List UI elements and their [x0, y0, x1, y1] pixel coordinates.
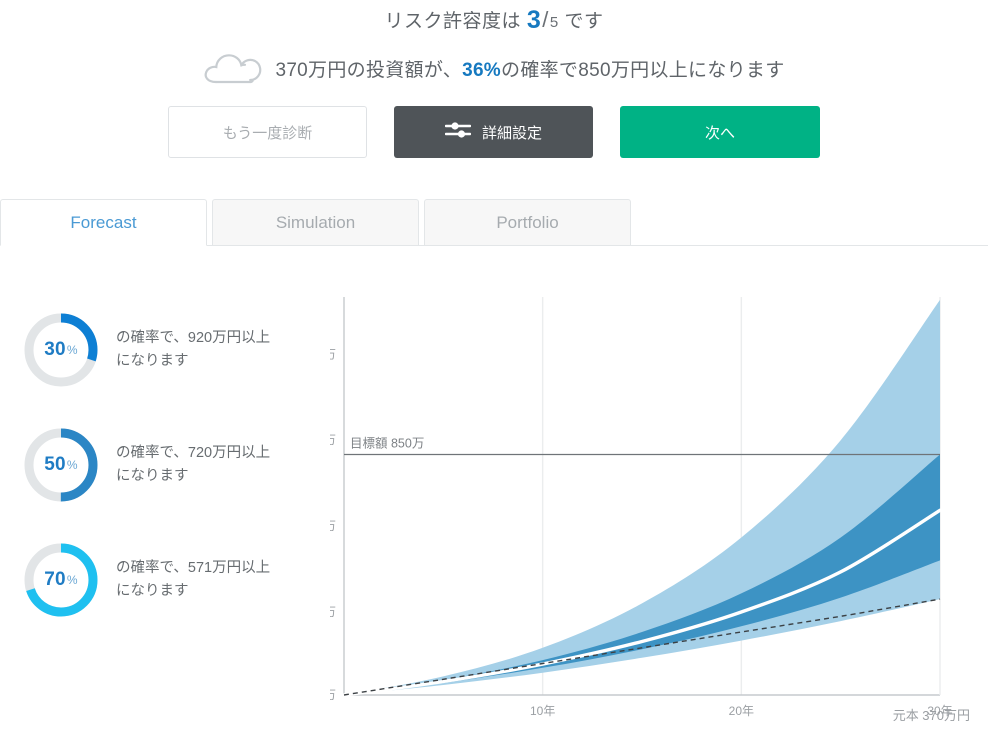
page-title-prefix: リスク許容度は — [384, 11, 522, 32]
svg-text:20年: 20年 — [729, 704, 754, 718]
summary-text-part2: の確率で850万円以上になります — [501, 59, 785, 81]
svg-text:10年: 10年 — [530, 704, 555, 718]
next-button[interactable]: 次へ — [620, 106, 820, 158]
percent-unit: % — [66, 457, 78, 472]
percent-unit: % — [66, 572, 78, 587]
summary-text-part1: 370万円の投資額が、 — [275, 59, 463, 81]
tab-forecast-label: Forecast — [70, 212, 137, 232]
probability-description-30-line1: の確率で、920万円以上 — [116, 330, 271, 347]
probability-value-30: 30 — [44, 338, 66, 360]
forecast-chart-svg: 10万300万600万900万1200万10年20年30年目標額 850万 — [330, 297, 953, 718]
svg-text:900万: 900万 — [330, 433, 336, 447]
probability-donut-50: 50% — [22, 426, 100, 504]
action-button-row: もう一度診断 詳細設定 次へ — [0, 106, 988, 158]
risk-score-value: 3 — [526, 6, 542, 34]
probability-value-70: 70 — [44, 568, 66, 590]
tab-bar: Forecast Simulation Portfolio — [0, 199, 988, 246]
probability-description-50-line1: の確率で、720万円以上 — [116, 445, 271, 462]
svg-text:目標額 850万: 目標額 850万 — [350, 436, 424, 450]
tab-forecast[interactable]: Forecast — [0, 199, 207, 246]
summary-probability: 36% — [462, 59, 502, 81]
probability-description-50: の確率で、720万円以上 になります — [116, 442, 270, 487]
sliders-icon — [444, 121, 472, 143]
risk-score-slash: / — [542, 7, 549, 32]
page-title: リスク許容度は 3/5 です — [0, 0, 988, 35]
list-item: 50% の確率で、720万円以上 になります — [22, 407, 330, 522]
tab-portfolio-label: Portfolio — [496, 212, 559, 232]
retry-diagnosis-button[interactable]: もう一度診断 — [168, 106, 367, 158]
probability-description-70: の確率で、571万円以上 になります — [116, 557, 270, 602]
list-item: 70% の確率で、571万円以上 になります — [22, 522, 330, 637]
page-title-suffix: です — [564, 11, 604, 32]
probability-donut-30-label: 30% — [22, 311, 100, 389]
probability-value-50: 50 — [44, 453, 66, 475]
advanced-settings-label: 詳細設定 — [481, 124, 542, 142]
probability-list: 30% の確率で、920万円以上 になります 50% の確率で、720万円以上 — [0, 292, 330, 732]
tab-portfolio[interactable]: Portfolio — [424, 199, 631, 246]
svg-text:10万: 10万 — [330, 688, 336, 702]
tab-simulation-label: Simulation — [275, 212, 356, 232]
principal-footnote: 元本 370万円 — [892, 708, 970, 723]
probability-donut-70-label: 70% — [22, 541, 100, 619]
retry-diagnosis-label: もう一度診断 — [222, 124, 313, 142]
forecast-panel: 30% の確率で、920万円以上 になります 50% の確率で、720万円以上 — [0, 292, 988, 732]
svg-text:300万: 300万 — [330, 605, 336, 619]
next-button-label: 次へ — [704, 124, 735, 142]
probability-description-30: の確率で、920万円以上 になります — [116, 327, 270, 372]
svg-text:1200万: 1200万 — [330, 347, 336, 361]
cloud-icon — [203, 51, 265, 85]
probability-description-70-line1: の確率で、571万円以上 — [116, 560, 271, 577]
risk-score-total: 5 — [549, 14, 559, 31]
tab-simulation[interactable]: Simulation — [212, 199, 419, 246]
probability-description-70-line2: になります — [116, 582, 189, 599]
probability-description-30-line2: になります — [116, 352, 189, 369]
percent-unit: % — [66, 342, 78, 357]
probability-description-50-line2: になります — [116, 467, 189, 484]
probability-donut-50-label: 50% — [22, 426, 100, 504]
forecast-summary: 370万円の投資額が、36%の確率で850万円以上になります — [0, 51, 988, 85]
list-item: 30% の確率で、920万円以上 になります — [22, 292, 330, 407]
probability-donut-70: 70% — [22, 541, 100, 619]
probability-donut-30: 30% — [22, 311, 100, 389]
advanced-settings-button[interactable]: 詳細設定 — [394, 106, 593, 158]
svg-text:600万: 600万 — [330, 519, 336, 533]
forecast-chart: 10万300万600万900万1200万10年20年30年目標額 850万 元本… — [330, 292, 988, 732]
